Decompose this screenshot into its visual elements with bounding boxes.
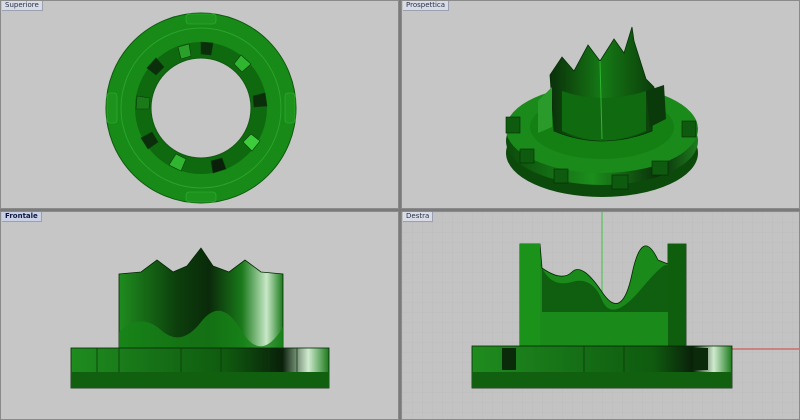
viewport-label-right[interactable]: Destra <box>403 212 434 222</box>
viewport-top[interactable]: Superiore <box>0 0 399 209</box>
perspective-view-model <box>505 26 698 197</box>
front-view-model <box>70 247 330 389</box>
viewport-front[interactable]: Frontale <box>0 211 399 420</box>
viewport-perspective[interactable]: Prospettica <box>401 0 800 209</box>
viewport-label-perspective[interactable]: Prospettica <box>403 1 450 11</box>
vertical-splitter[interactable] <box>399 0 401 420</box>
viewport-label-front[interactable]: Frontale <box>2 212 42 222</box>
right-view-model <box>402 212 799 419</box>
top-view-model <box>105 12 297 204</box>
viewport-right[interactable]: Destra <box>401 211 800 420</box>
viewport-label-top[interactable]: Superiore <box>2 1 43 11</box>
